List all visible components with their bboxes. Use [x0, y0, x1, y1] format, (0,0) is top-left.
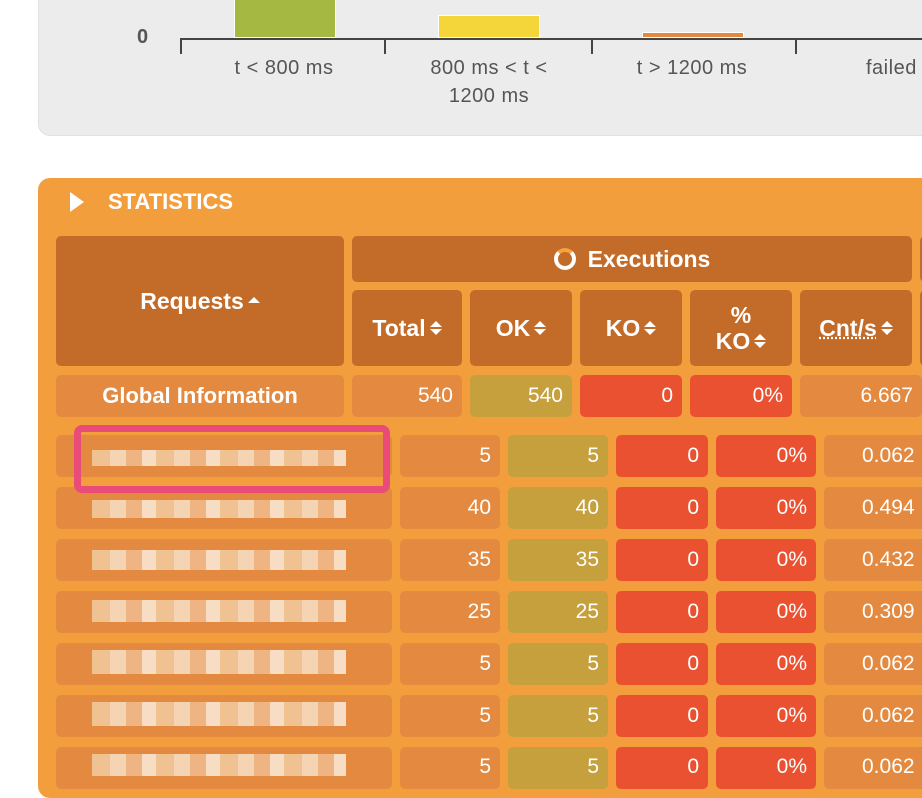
total-column-header[interactable]: Total [352, 290, 462, 366]
row-ok: 40 [508, 487, 608, 529]
cnt-per-sec-header-label: Cnt/s [819, 314, 877, 341]
row-pct-ko: 0% [716, 435, 816, 477]
row-cnt-per-sec: 0.062 [824, 435, 922, 477]
category-label-slow: t > 1200 ms [636, 57, 748, 79]
play-triangle-icon [70, 192, 84, 212]
statistics-toggle[interactable]: STATISTICS [70, 188, 233, 216]
row-total: 5 [400, 695, 500, 737]
x-axis-tick [795, 38, 797, 54]
pct-ko-header-line1: % [730, 302, 752, 328]
bar-fast[interactable] [234, 0, 336, 38]
category-label-fast: t < 800 ms [234, 57, 334, 79]
total-header-label: Total [372, 314, 426, 341]
row-pct-ko: 0% [716, 539, 816, 581]
row-total: 5 [400, 643, 500, 685]
global-pct-ko: 0% [690, 375, 792, 417]
global-cnt-per-sec: 6.667 [800, 375, 922, 417]
x-axis-line [180, 38, 922, 40]
highlight-box [74, 425, 390, 493]
row-ok: 5 [508, 747, 608, 789]
redacted-request-name [92, 650, 346, 674]
sort-icon [644, 321, 657, 335]
global-information-label: Global Information [56, 375, 344, 417]
redacted-request-name [92, 702, 346, 726]
row-ok: 25 [508, 591, 608, 633]
category-label-medium-line2: 1200 ms [448, 85, 530, 107]
x-axis-tick [384, 38, 386, 54]
redacted-request-name [92, 550, 346, 570]
row-cnt-per-sec: 0.432 [824, 539, 922, 581]
row-total: 35 [400, 539, 500, 581]
row-pct-ko: 0% [716, 747, 816, 789]
sort-up-icon [247, 297, 260, 305]
row-pct-ko: 0% [716, 695, 816, 737]
row-cnt-per-sec: 0.494 [824, 487, 922, 529]
sort-icon [880, 321, 893, 335]
pct-ko-header-line2: KO [715, 328, 751, 354]
row-pct-ko: 0% [716, 487, 816, 529]
executions-group-header: Executions [352, 236, 912, 282]
global-ko: 0 [580, 375, 682, 417]
requests-header-label: Requests [140, 287, 244, 314]
row-pct-ko: 0% [716, 643, 816, 685]
row-ok: 5 [508, 435, 608, 477]
row-cnt-per-sec: 0.062 [824, 695, 922, 737]
row-ko: 0 [616, 487, 708, 529]
global-total: 540 [352, 375, 462, 417]
y-axis-zero-label: 0 [137, 26, 149, 48]
x-axis-tick [591, 38, 593, 54]
cnt-per-sec-column-header[interactable]: Cnt/s [800, 290, 912, 366]
executions-header-label: Executions [587, 245, 711, 272]
row-total: 25 [400, 591, 500, 633]
row-ko: 0 [616, 695, 708, 737]
row-pct-ko: 0% [716, 591, 816, 633]
ok-column-header[interactable]: OK [470, 290, 572, 366]
statistics-title: STATISTICS [108, 189, 234, 214]
pct-ko-column-header[interactable]: % KO [690, 290, 792, 366]
bar-medium[interactable] [438, 15, 540, 38]
row-cnt-per-sec: 0.309 [824, 591, 922, 633]
ok-header-label: OK [495, 314, 531, 341]
row-ok: 5 [508, 643, 608, 685]
redacted-request-name [92, 500, 346, 518]
ko-header-label: KO [605, 314, 641, 341]
ko-column-header[interactable]: KO [580, 290, 682, 366]
row-ok: 35 [508, 539, 608, 581]
sort-icon [534, 321, 547, 335]
x-axis-tick [180, 38, 182, 54]
row-total: 40 [400, 487, 500, 529]
global-ok: 540 [470, 375, 572, 417]
refresh-icon [553, 248, 576, 270]
redacted-request-name [92, 754, 346, 776]
row-cnt-per-sec: 0.062 [824, 643, 922, 685]
sort-icon [429, 321, 442, 335]
row-total: 5 [400, 747, 500, 789]
row-ok: 5 [508, 695, 608, 737]
row-total: 5 [400, 435, 500, 477]
bar-slow[interactable] [642, 32, 744, 38]
row-ko: 0 [616, 539, 708, 581]
row-ko: 0 [616, 435, 708, 477]
row-ko: 0 [616, 643, 708, 685]
row-cnt-per-sec: 0.062 [824, 747, 922, 789]
redacted-request-name [92, 600, 346, 622]
sort-icon [754, 334, 767, 348]
category-label-failed: failed [866, 57, 917, 79]
row-ko: 0 [616, 591, 708, 633]
row-ko: 0 [616, 747, 708, 789]
category-label-medium-line1: 800 ms < t < [430, 57, 548, 79]
requests-column-header[interactable]: Requests [56, 236, 344, 366]
